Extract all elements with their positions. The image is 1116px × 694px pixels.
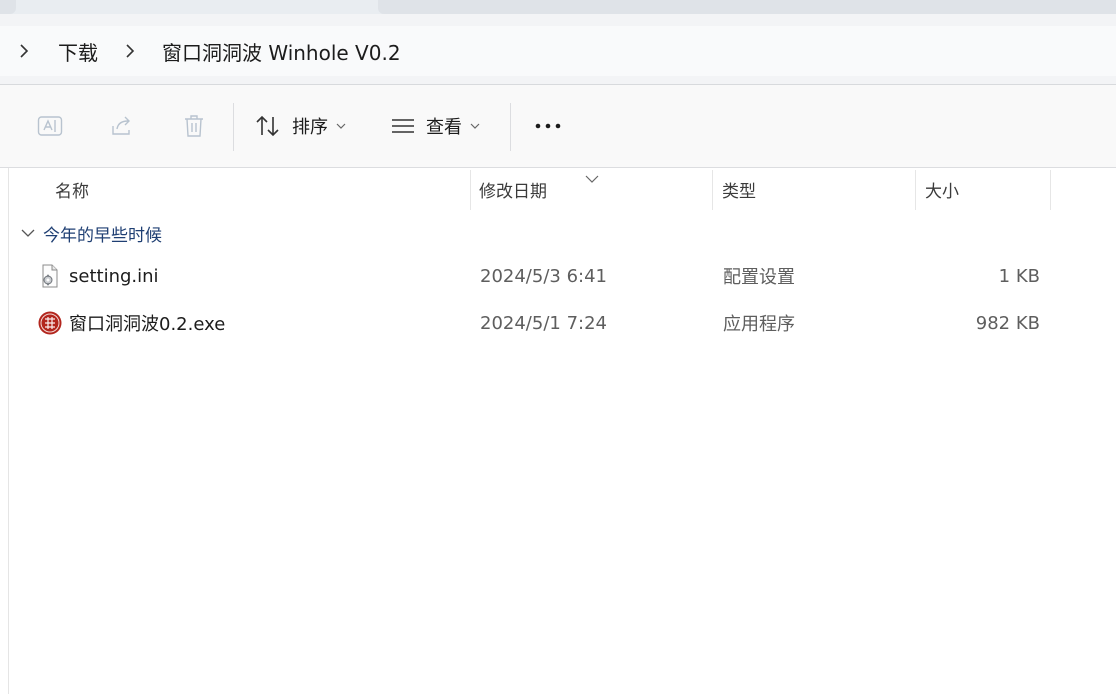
share-button[interactable] [102, 105, 142, 147]
sort-indicator-icon [585, 168, 599, 187]
column-header-modified[interactable]: 修改日期 [479, 168, 547, 210]
group-header[interactable]: 今年的早些时候 [21, 220, 162, 246]
view-chevron-down-icon [470, 123, 480, 129]
file-modified: 2024/5/3 6:41 [480, 265, 607, 287]
file-name: setting.ini [69, 265, 159, 287]
file-list: 名称 修改日期 类型 大小 今年的早些时候 setting.ini 2024/5… [8, 168, 1116, 694]
file-type: 应用程序 [723, 314, 795, 335]
breadcrumb[interactable]: 下载 窗口洞洞波 Winhole V0.2 [0, 26, 1116, 76]
tab-left[interactable] [0, 0, 16, 14]
file-size: 1 KB [998, 265, 1040, 287]
address-bar: 下载 窗口洞洞波 Winhole V0.2 [0, 14, 1116, 86]
breadcrumb-item-downloads[interactable]: 下载 [58, 26, 98, 76]
share-icon [112, 116, 130, 135]
column-header-type[interactable]: 类型 [722, 168, 756, 210]
view-list-icon [392, 119, 414, 133]
sort-chevron-down-icon [336, 123, 346, 129]
table-row[interactable]: 窗口洞洞波0.2.exe 2024/5/1 7:24 应用程序 982 KB [9, 303, 1059, 343]
breadcrumb-item-winhole[interactable]: 窗口洞洞波 Winhole V0.2 [162, 26, 401, 76]
ini-file-icon [38, 264, 62, 288]
file-type: 配置设置 [723, 267, 795, 288]
toolbar-separator [233, 103, 234, 151]
tab-right[interactable] [378, 0, 1116, 14]
chevron-down-icon [21, 229, 35, 237]
delete-button[interactable] [174, 105, 214, 147]
trash-icon [185, 115, 203, 137]
app-exe-icon [38, 311, 62, 335]
view-label: 查看 [426, 117, 462, 138]
table-row[interactable]: setting.ini 2024/5/3 6:41 配置设置 1 KB [9, 256, 1059, 296]
more-icon [535, 123, 561, 129]
column-separator[interactable] [915, 170, 916, 210]
command-bar: 排序 查看 [0, 85, 1116, 168]
rename-icon [37, 116, 63, 136]
column-separator[interactable] [712, 170, 713, 210]
column-header-size[interactable]: 大小 [925, 168, 959, 210]
more-options-button[interactable] [528, 105, 568, 147]
sort-button[interactable]: 排序 [254, 105, 354, 147]
sort-label: 排序 [292, 117, 328, 138]
column-separator[interactable] [1050, 170, 1051, 210]
toolbar-separator [510, 103, 511, 151]
group-label: 今年的早些时候 [43, 225, 162, 246]
sort-icon [256, 115, 279, 137]
tab-strip [0, 0, 1116, 14]
breadcrumb-separator-chevron-icon[interactable] [121, 42, 139, 60]
rename-button[interactable] [30, 105, 70, 147]
file-size: 982 KB [975, 312, 1040, 334]
file-modified: 2024/5/1 7:24 [480, 312, 607, 334]
file-name: 窗口洞洞波0.2.exe [69, 314, 226, 335]
breadcrumb-root-chevron-icon[interactable] [15, 42, 33, 60]
column-header-name[interactable]: 名称 [55, 168, 89, 210]
view-button[interactable]: 查看 [390, 105, 494, 147]
column-separator[interactable] [470, 170, 471, 210]
